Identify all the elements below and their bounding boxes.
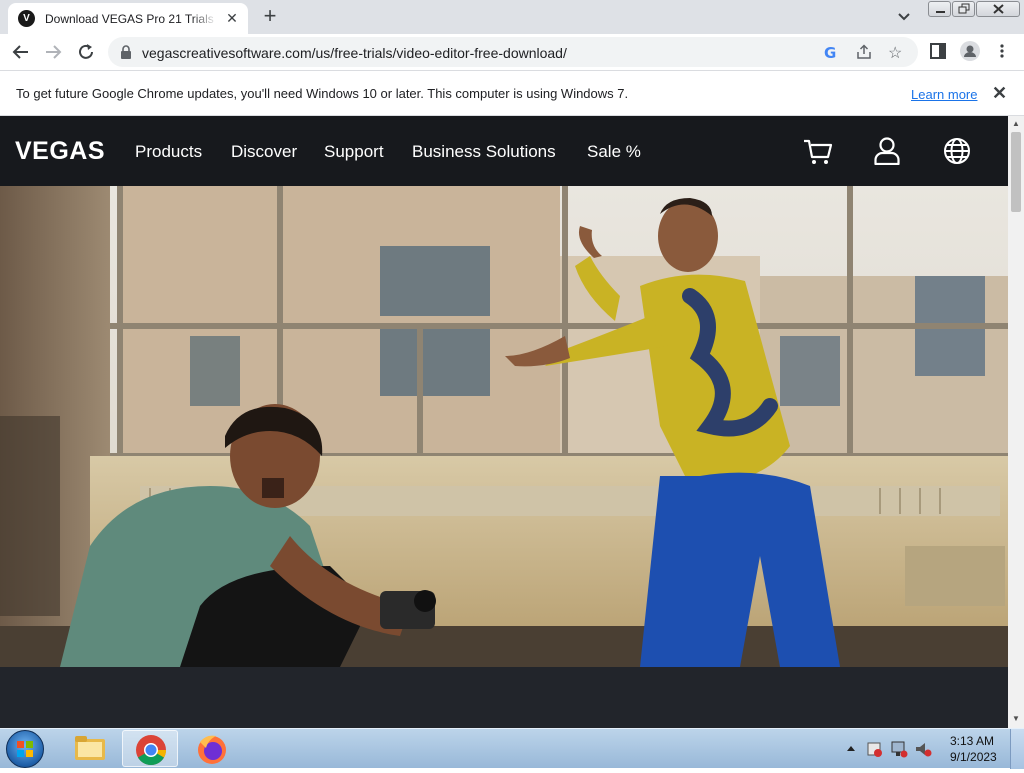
window-close-button[interactable] <box>976 1 1020 17</box>
browser-tab[interactable]: V Download VEGAS Pro 21 Trials for Windo… <box>8 3 248 34</box>
reload-icon <box>79 44 93 59</box>
tray-expand-icon[interactable] <box>847 746 855 751</box>
bookmark-star-icon[interactable]: ☆ <box>888 43 902 63</box>
forward-button[interactable] <box>41 40 65 64</box>
vegas-logo[interactable]: VEGAS <box>15 137 105 166</box>
scroll-thumb[interactable] <box>1011 132 1021 212</box>
chrome-icon <box>136 735 166 766</box>
windows-taskbar: 3:13 AM 9/1/2023 <box>0 728 1024 769</box>
nav-support[interactable]: Support <box>324 142 384 162</box>
side-panel-icon[interactable] <box>930 43 946 59</box>
page-scrollbar[interactable]: ▲ ▼ <box>1008 116 1024 728</box>
reload-button[interactable] <box>74 40 98 64</box>
google-lens-icon[interactable]: G <box>824 44 836 62</box>
hero-image <box>0 186 1008 667</box>
chrome-menu-icon[interactable] <box>998 43 1006 59</box>
window-restore-button[interactable] <box>952 1 975 17</box>
action-center-flag-icon[interactable] <box>867 742 882 757</box>
lock-icon[interactable] <box>120 45 132 59</box>
back-button[interactable] <box>9 40 33 64</box>
site-header: VEGAS Products Discover Support Business… <box>0 116 1008 186</box>
forward-arrow-icon <box>46 45 62 59</box>
start-button[interactable] <box>6 730 44 768</box>
share-icon[interactable] <box>856 44 872 60</box>
windows-logo-icon <box>17 741 33 757</box>
nav-discover[interactable]: Discover <box>231 142 297 162</box>
window-minimize-button[interactable] <box>928 1 951 17</box>
profile-avatar-icon[interactable] <box>960 41 980 61</box>
system-tray <box>842 737 942 761</box>
language-globe-icon[interactable] <box>943 137 971 165</box>
vegas-favicon-icon: V <box>18 10 35 27</box>
tab-close-icon[interactable]: ✕ <box>224 10 240 26</box>
taskbar-file-explorer[interactable] <box>62 730 118 767</box>
infobar-close-icon[interactable]: ✕ <box>992 83 1007 104</box>
clock-time[interactable]: 3:13 AM <box>950 734 994 748</box>
nav-business-solutions[interactable]: Business Solutions <box>412 142 556 162</box>
learn-more-link[interactable]: Learn more <box>911 87 977 102</box>
tab-search-chevron-icon[interactable] <box>894 8 914 26</box>
chrome-update-infobar: To get future Google Chrome updates, you… <box>0 70 1024 116</box>
page-content-area <box>0 667 1008 728</box>
taskbar-chrome[interactable] <box>122 730 178 767</box>
browser-toolbar: vegascreativesoftware.com/us/free-trials… <box>0 34 1024 70</box>
address-bar[interactable]: vegascreativesoftware.com/us/free-trials… <box>108 37 918 67</box>
tab-strip: V Download VEGAS Pro 21 Trials for Windo… <box>0 0 1024 34</box>
scroll-up-arrow-icon[interactable]: ▲ <box>1012 119 1020 128</box>
cart-icon[interactable] <box>803 138 833 166</box>
new-tab-button[interactable]: + <box>258 5 282 28</box>
back-arrow-icon <box>12 45 28 59</box>
nav-products[interactable]: Products <box>135 142 202 162</box>
folder-icon <box>75 736 105 760</box>
url-text[interactable]: vegascreativesoftware.com/us/free-trials… <box>142 45 567 61</box>
show-desktop-button[interactable] <box>1010 729 1024 769</box>
infobar-message: To get future Google Chrome updates, you… <box>16 86 629 101</box>
nav-sale[interactable]: Sale % <box>587 142 641 162</box>
volume-icon[interactable] <box>916 743 932 757</box>
clock-date[interactable]: 9/1/2023 <box>950 750 997 764</box>
scroll-down-arrow-icon[interactable]: ▼ <box>1012 714 1020 723</box>
account-user-icon[interactable] <box>874 137 900 165</box>
network-icon[interactable] <box>891 741 908 758</box>
firefox-icon <box>198 735 226 764</box>
taskbar-firefox[interactable] <box>184 730 240 767</box>
web-page: VEGAS Products Discover Support Business… <box>0 116 1008 728</box>
tab-title: Download VEGAS Pro 21 Trials for Windows <box>45 11 217 26</box>
